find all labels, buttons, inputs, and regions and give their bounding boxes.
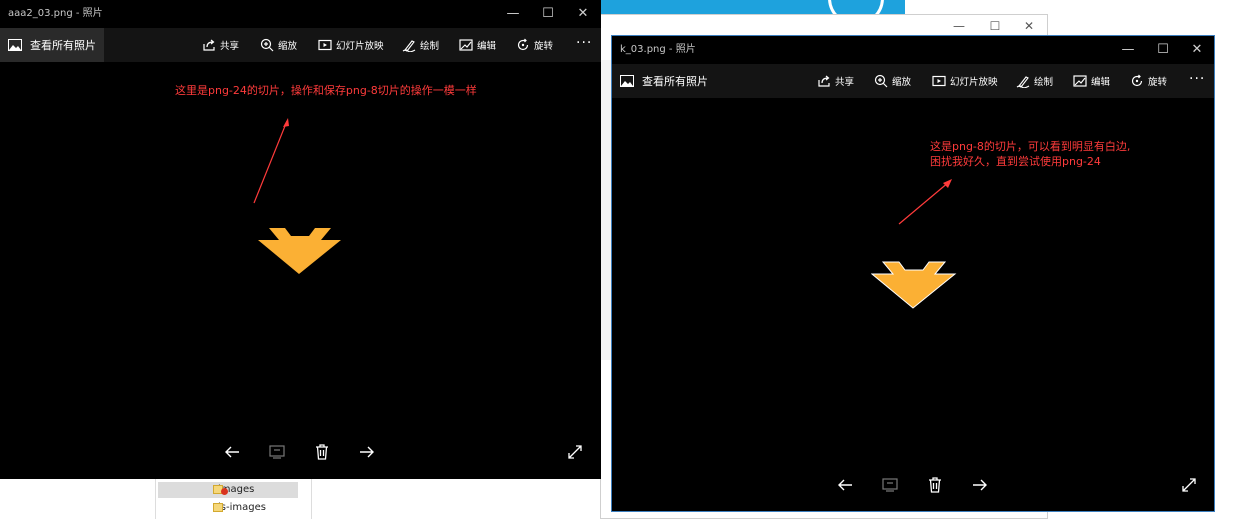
- edit-icon: [459, 39, 473, 51]
- rotate-label: 旋转: [534, 41, 554, 52]
- rotate-label: 旋转: [1148, 77, 1168, 88]
- explorer-item-label: js-images: [218, 502, 266, 513]
- draw-button[interactable]: 绘制: [1016, 64, 1053, 98]
- background-close-button[interactable]: ✕: [1011, 17, 1047, 35]
- title-bar: k_03.png - 照片 — ☐ ✕: [612, 36, 1214, 64]
- photo-icon: [8, 39, 22, 51]
- annotation-arrow: [253, 118, 289, 204]
- share-label: 共享: [220, 41, 240, 52]
- rotate-button[interactable]: 旋转: [1130, 64, 1167, 98]
- warning-badge-icon: [221, 488, 228, 495]
- delete-button[interactable]: [926, 476, 944, 498]
- fullscreen-button[interactable]: [566, 443, 584, 465]
- rotate-button[interactable]: 旋转: [516, 28, 553, 62]
- annotation-text-line1: 这是png-8的切片，可以看到明显有白边,: [930, 140, 1131, 153]
- view-all-photos-button[interactable]: 查看所有照片: [612, 64, 716, 98]
- background-minimize-button[interactable]: —: [941, 17, 977, 35]
- fullscreen-button[interactable]: [1180, 476, 1198, 498]
- arrow-down-slice-image: [258, 228, 341, 274]
- expand-icon: [1182, 478, 1196, 492]
- next-button[interactable]: [358, 443, 376, 465]
- photos-window-png24: aaa2_03.png - 照片 — ☐ ✕ 查看所有照片 共享 缩放 幻灯片放…: [0, 0, 601, 479]
- rotate-icon: [517, 38, 529, 51]
- expand-icon: [568, 445, 582, 459]
- set-as-icon: [269, 445, 285, 459]
- share-button[interactable]: 共享: [202, 28, 239, 62]
- arrow-left-icon: [838, 479, 852, 491]
- arrow-left-icon: [225, 446, 239, 458]
- previous-button[interactable]: [223, 443, 241, 465]
- window-title: aaa2_03.png - 照片: [8, 8, 103, 19]
- close-button[interactable]: ✕: [566, 0, 600, 28]
- set-as-button[interactable]: [881, 476, 899, 498]
- zoom-button[interactable]: 缩放: [260, 28, 297, 62]
- zoom-icon: [874, 74, 888, 88]
- rotate-icon: [1131, 74, 1143, 87]
- explorer-item-js-images[interactable]: js-images: [158, 500, 298, 516]
- draw-button[interactable]: 绘制: [402, 28, 439, 62]
- more-options-button[interactable]: ···: [576, 28, 592, 62]
- slideshow-icon: [932, 75, 946, 87]
- slideshow-label: 幻灯片放映: [336, 41, 384, 52]
- set-as-button[interactable]: [268, 443, 286, 465]
- share-icon: [818, 75, 830, 87]
- annotation-text: 这里是png-24的切片，操作和保存png-8切片的操作一模一样: [175, 84, 477, 97]
- arrow-right-icon: [360, 446, 374, 458]
- arrow-down-slice-image: [871, 261, 957, 309]
- annotation-text-line2: 困扰我好久，直到尝试使用png-24: [930, 155, 1101, 168]
- slideshow-icon: [318, 39, 332, 51]
- slideshow-label: 幻灯片放映: [950, 77, 998, 88]
- draw-icon: [402, 40, 416, 52]
- edit-button[interactable]: 编辑: [459, 28, 496, 62]
- slideshow-button[interactable]: 幻灯片放映: [932, 64, 998, 98]
- photo-icon: [620, 75, 634, 87]
- draw-icon: [1016, 76, 1030, 88]
- trash-icon: [929, 477, 941, 493]
- window-title: k_03.png - 照片: [620, 44, 696, 55]
- photos-window-png8: k_03.png - 照片 — ☐ ✕ 查看所有照片 共享 缩放 幻灯片放映 绘…: [611, 35, 1215, 512]
- background-maximize-button[interactable]: ☐: [977, 17, 1013, 35]
- draw-label: 绘制: [420, 41, 440, 52]
- minimize-button[interactable]: —: [1111, 36, 1145, 64]
- toolbar: 查看所有照片 共享 缩放 幻灯片放映 绘制 编辑 旋转 ···: [612, 64, 1214, 98]
- next-button[interactable]: [971, 476, 989, 498]
- share-label: 共享: [835, 77, 855, 88]
- more-options-button[interactable]: ···: [1189, 64, 1205, 98]
- slideshow-button[interactable]: 幻灯片放映: [318, 28, 384, 62]
- zoom-label: 缩放: [892, 77, 912, 88]
- edit-label: 编辑: [1091, 77, 1111, 88]
- share-icon: [203, 39, 215, 51]
- arrow-right-icon: [973, 479, 987, 491]
- folder-icon: [213, 503, 223, 512]
- share-button[interactable]: 共享: [817, 64, 854, 98]
- edit-label: 编辑: [477, 41, 497, 52]
- view-all-photos-label: 查看所有照片: [30, 39, 96, 52]
- edit-icon: [1073, 75, 1087, 87]
- draw-label: 绘制: [1034, 77, 1054, 88]
- annotation-arrow: [898, 179, 952, 225]
- previous-button[interactable]: [836, 476, 854, 498]
- view-all-photos-label: 查看所有照片: [642, 75, 708, 88]
- toolbar: 查看所有照片 共享 缩放 幻灯片放映 绘制 编辑 旋转 ···: [0, 28, 601, 62]
- title-bar: aaa2_03.png - 照片 — ☐ ✕: [0, 0, 601, 28]
- file-explorer-list: images js-images: [155, 478, 312, 519]
- delete-button[interactable]: [313, 443, 331, 465]
- explorer-item-images[interactable]: images: [158, 482, 298, 498]
- maximize-button[interactable]: ☐: [531, 0, 565, 28]
- set-as-icon: [882, 478, 898, 492]
- view-all-photos-button[interactable]: 查看所有照片: [0, 28, 104, 62]
- close-button[interactable]: ✕: [1180, 36, 1214, 64]
- zoom-button[interactable]: 缩放: [874, 64, 911, 98]
- zoom-label: 缩放: [278, 41, 298, 52]
- edit-button[interactable]: 编辑: [1073, 64, 1110, 98]
- trash-icon: [316, 444, 328, 460]
- maximize-button[interactable]: ☐: [1146, 36, 1180, 64]
- minimize-button[interactable]: —: [496, 0, 530, 28]
- zoom-icon: [260, 38, 274, 52]
